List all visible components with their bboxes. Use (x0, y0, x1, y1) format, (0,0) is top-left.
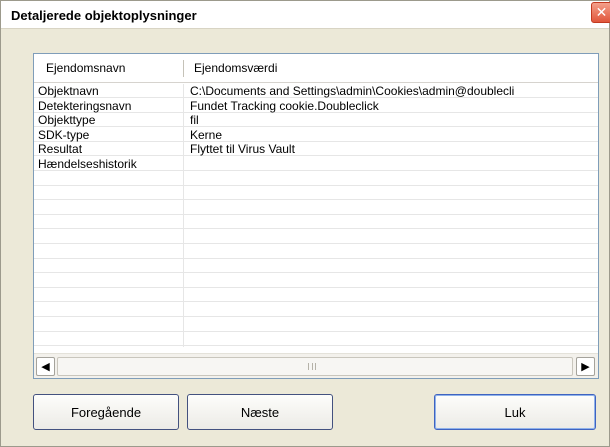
property-value-cell (190, 318, 598, 332)
property-name-cell (38, 318, 182, 332)
previous-button[interactable]: Foregående (33, 394, 179, 430)
column-header-property-name[interactable]: Ejendomsnavn (34, 54, 184, 83)
property-name-cell (38, 259, 182, 273)
property-value-cell (190, 245, 598, 259)
property-name-cell: Resultat (38, 142, 83, 157)
table-row[interactable]: Detekteringsnavn Fundet Tracking cookie.D… (34, 99, 598, 113)
table-row[interactable]: Resultat Flyttet til Virus Vault (34, 142, 598, 157)
property-name-cell: Objekttype (38, 113, 96, 128)
column-gridline (183, 84, 184, 347)
column-header-property-value[interactable]: Ejendomsværdi (184, 54, 598, 83)
table-row[interactable] (34, 186, 598, 201)
table-row[interactable] (34, 318, 598, 332)
table-row[interactable] (34, 215, 598, 230)
grip-icon (308, 363, 316, 370)
table-row[interactable] (34, 288, 598, 303)
property-value-cell (190, 303, 598, 317)
title-bar: Detaljerede objektoplysninger ✕ (1, 1, 610, 28)
close-button[interactable]: Luk (434, 394, 596, 430)
property-name-cell (38, 274, 182, 288)
property-value-cell: Fundet Tracking cookie.Doubleclick (190, 98, 379, 113)
table-row[interactable]: Hændelseshistorik (34, 157, 598, 171)
scrollbar-thumb[interactable] (57, 357, 573, 376)
property-value-cell: C:\Documents and Settings\admin\Cookies\… (190, 84, 515, 98)
property-name-cell (38, 245, 182, 259)
table-row[interactable] (34, 303, 598, 317)
property-name-cell (38, 303, 182, 317)
table-row[interactable] (34, 230, 598, 244)
properties-list[interactable]: Ejendomsnavn Ejendomsværdi Objektnavn C:\… (33, 53, 599, 379)
property-value-cell: Flyttet til Virus Vault (190, 142, 295, 157)
property-value-cell (190, 186, 598, 200)
property-value-cell: fil (190, 113, 199, 128)
table-row[interactable]: Objektnavn C:\Documents and Settings\admi… (34, 84, 598, 98)
next-button[interactable]: Næste (187, 394, 333, 430)
list-body: Objektnavn C:\Documents and Settings\admi… (34, 84, 598, 347)
property-name-cell (38, 201, 182, 215)
table-row[interactable]: Objekttype fil (34, 113, 598, 128)
property-name-cell: Objektnavn (38, 84, 99, 98)
property-value-cell (190, 230, 598, 244)
table-row[interactable] (34, 172, 598, 186)
table-row[interactable]: SDK-type Kerne (34, 128, 598, 142)
horizontal-scrollbar[interactable]: ◀ ▶ (34, 353, 598, 378)
property-name-cell (38, 230, 182, 244)
table-row[interactable] (34, 259, 598, 274)
property-name-cell (38, 186, 182, 200)
table-row[interactable] (34, 274, 598, 288)
list-header: Ejendomsnavn Ejendomsværdi (34, 54, 598, 83)
property-name-cell (38, 172, 182, 186)
property-name-cell: SDK-type (38, 127, 90, 142)
table-row[interactable] (34, 332, 598, 347)
property-name-cell (38, 215, 182, 229)
property-value-cell (190, 259, 598, 273)
property-name-cell: Hændelseshistorik (38, 157, 137, 171)
property-name-cell (38, 288, 182, 302)
property-value-cell (190, 157, 598, 171)
details-dialog: Detaljerede objektoplysninger ✕ Ejendoms… (0, 0, 610, 447)
property-value-cell: Kerne (190, 127, 223, 142)
property-value-cell (190, 288, 598, 302)
close-icon[interactable]: ✕ (591, 2, 610, 23)
table-row[interactable] (34, 201, 598, 215)
scroll-right-icon[interactable]: ▶ (576, 357, 595, 376)
property-value-cell (190, 274, 598, 288)
scroll-left-icon[interactable]: ◀ (36, 357, 55, 376)
property-value-cell (190, 332, 598, 346)
table-row[interactable] (34, 245, 598, 259)
property-name-cell (38, 332, 182, 346)
property-name-cell: Detekteringsnavn (38, 98, 132, 113)
dialog-title: Detaljerede objektoplysninger (11, 8, 197, 23)
title-separator (1, 28, 609, 29)
property-value-cell (190, 201, 598, 215)
property-value-cell (190, 172, 598, 186)
property-value-cell (190, 215, 598, 229)
